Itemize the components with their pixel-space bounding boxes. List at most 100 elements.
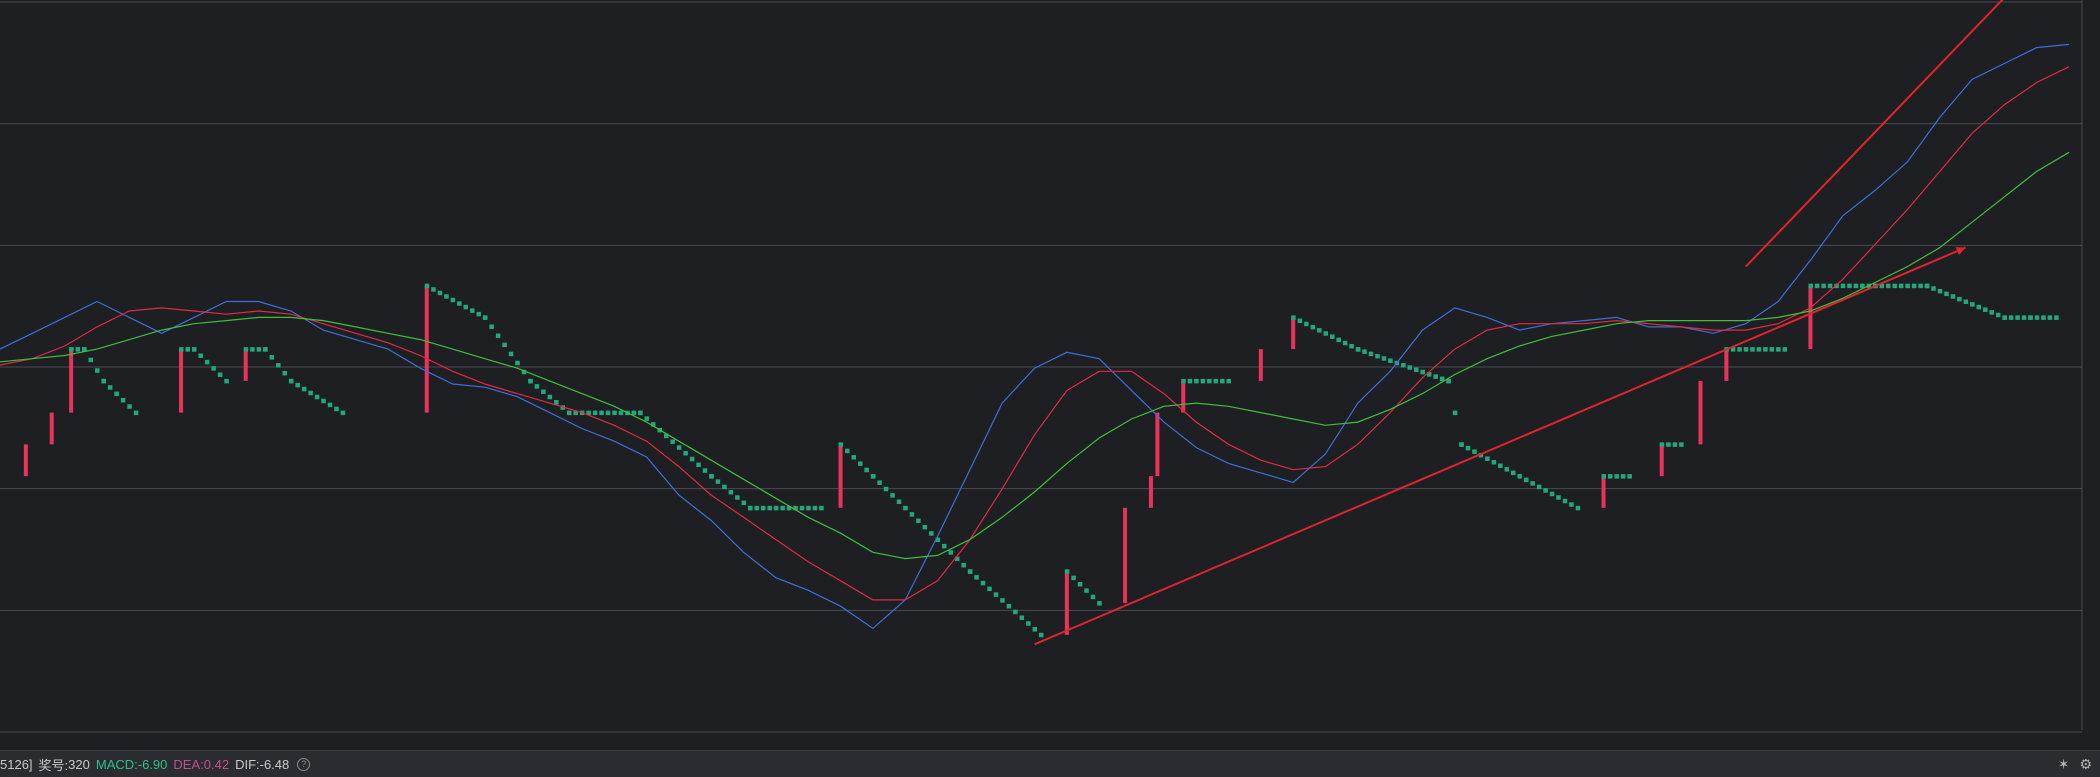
renko-down-step: [515, 360, 520, 366]
renko-down-step: [1562, 498, 1568, 504]
renko-down-step: [547, 394, 553, 400]
renko-down-step: [185, 347, 191, 352]
renko-down-step: [502, 342, 507, 348]
renko-down-step: [1620, 474, 1626, 479]
renko-down-step: [1543, 488, 1548, 493]
renko-down-step: [948, 550, 953, 555]
renko-down-step: [101, 378, 106, 384]
renko-down-step: [631, 410, 637, 416]
renko-down-step: [942, 543, 947, 549]
renko-down-step: [773, 505, 779, 511]
renko-down-step: [1213, 378, 1219, 384]
status-icons: ✶ ⚙: [2058, 751, 2092, 777]
renko-down-step: [470, 308, 475, 313]
renko-down-step: [276, 363, 281, 368]
renko-down-step: [1349, 343, 1354, 349]
settings-icon[interactable]: ⚙: [2079, 756, 2092, 773]
status-prefix: 5126]: [0, 756, 33, 772]
renko-down-step: [1187, 378, 1193, 384]
renko-down-step: [191, 347, 197, 352]
renko-down-step: [263, 347, 268, 352]
renko-down-step: [1983, 307, 1988, 312]
renko-down-step: [1569, 502, 1574, 507]
renko-down-step: [1039, 632, 1044, 638]
renko-down-step: [508, 351, 514, 357]
renko-down-step: [1452, 410, 1458, 416]
renko-down-step: [495, 333, 501, 339]
renko-down-step: [1549, 491, 1555, 497]
renko-down-step: [1763, 347, 1768, 352]
renko-down-step: [974, 575, 979, 580]
renko-down-step: [1523, 477, 1529, 483]
issue-value: 320: [68, 756, 90, 772]
renko-down-step: [592, 410, 598, 416]
renko-down-step: [1090, 594, 1096, 600]
renko-down-step: [1420, 369, 1425, 375]
renko-down-step: [1963, 299, 1969, 305]
renko-up-bar: [1148, 476, 1153, 508]
renko-down-step: [211, 366, 216, 371]
renko-down-step: [1950, 294, 1956, 299]
renko-down-step: [1743, 347, 1749, 352]
renko-up-bar: [49, 412, 54, 445]
renko-up-bar: [1659, 444, 1664, 477]
renko-down-step: [1601, 474, 1607, 479]
renko-up-bar: [1291, 317, 1296, 350]
help-icon[interactable]: ?: [297, 757, 311, 771]
renko-down-step: [1006, 603, 1012, 609]
renko-down-step: [1000, 598, 1005, 603]
pin-icon[interactable]: ✶: [2058, 756, 2070, 773]
renko-up-bar: [1155, 412, 1160, 477]
renko-down-step: [618, 410, 624, 416]
macd-label: MACD:: [95, 756, 138, 772]
renko-down-step: [1297, 318, 1303, 324]
renko-down-step: [1944, 291, 1949, 297]
renko-down-step: [1388, 358, 1393, 363]
renko-down-step: [295, 382, 300, 388]
renko-down-step: [114, 391, 119, 397]
renko-down-step: [250, 347, 255, 352]
renko-down-step: [857, 461, 863, 466]
renko-down-step: [599, 410, 604, 416]
macd-value: -6.90: [137, 756, 168, 772]
trend-lines: [1034, 0, 2004, 646]
renko-down-step: [482, 315, 488, 320]
renko-down-step: [1750, 347, 1755, 352]
renko-down-step: [1911, 283, 1917, 289]
renko-down-step: [88, 357, 94, 363]
renko-down-step: [2054, 315, 2059, 320]
renko-down-step: [437, 290, 443, 296]
chart-plot[interactable]: [0, 0, 2100, 750]
renko-down-step: [1084, 588, 1089, 593]
renko-down-step: [1536, 484, 1542, 490]
renko-down-step: [457, 301, 462, 306]
renko-down-step: [605, 410, 611, 416]
renko-down-step: [806, 505, 811, 511]
renko-down-step: [845, 448, 850, 454]
renko-down-step: [1989, 310, 1994, 315]
renko-down-step: [1485, 456, 1490, 461]
renko-up-bar: [1123, 507, 1128, 604]
renko-down-step: [1627, 474, 1632, 479]
renko-down-step: [1472, 449, 1477, 454]
renko-down-step: [133, 410, 139, 416]
chart-area[interactable]: [0, 0, 2100, 750]
ma-line-3: [0, 151, 2070, 560]
renko-down-step: [689, 456, 695, 462]
renko-down-step: [1782, 347, 1788, 352]
renko-down-step: [903, 505, 908, 511]
renko-down-step: [2002, 315, 2007, 320]
renko-up-bar: [1601, 476, 1606, 508]
renko-down-step: [566, 410, 572, 416]
renko-down-step: [1032, 627, 1038, 632]
renko-down-step: [1329, 334, 1335, 339]
renko-down-step: [1976, 304, 1982, 310]
renko-down-step: [1097, 601, 1102, 606]
dif-label: DIF:: [235, 756, 260, 772]
renko-down-step: [1071, 575, 1076, 581]
renko-down-step: [683, 451, 688, 456]
dea-value: 0.42: [203, 756, 230, 772]
renko-down-step: [528, 378, 533, 384]
renko-down-step: [1827, 283, 1833, 289]
renko-down-step: [534, 384, 540, 389]
